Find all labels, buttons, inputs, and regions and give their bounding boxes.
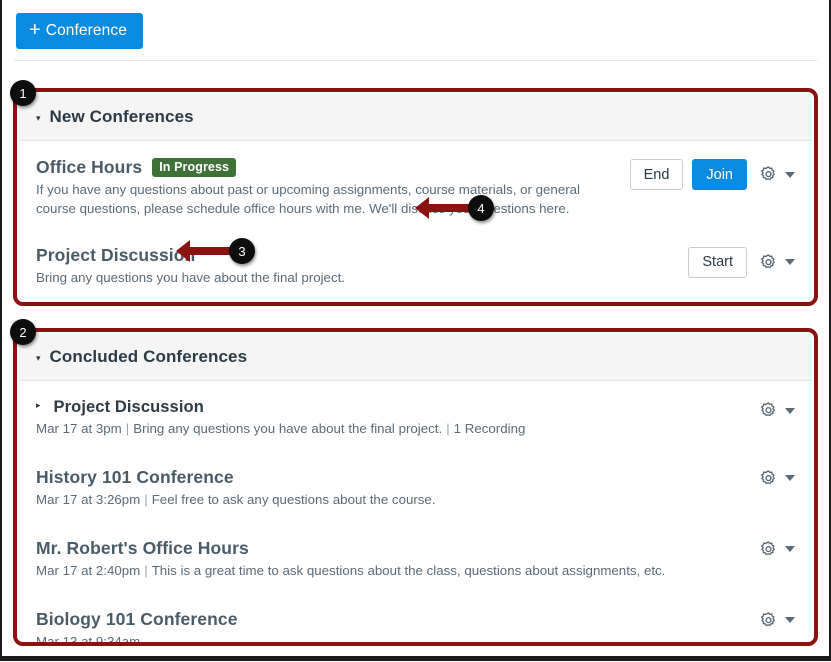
concluded-conference-row: ▸ Project Discussion Mar 17 at 3pm|Bring…: [19, 381, 812, 449]
gear-icon[interactable]: [759, 611, 778, 630]
gear-icon[interactable]: [759, 540, 778, 559]
conference-settings-menu[interactable]: [759, 611, 795, 630]
concluded-conferences-header[interactable]: ▾ Concluded Conferences: [19, 334, 812, 381]
annotation-callout-1: 1: [10, 80, 36, 106]
page-toolbar: + Conference: [0, 0, 831, 61]
conference-description: This is a great time to ask questions ab…: [152, 563, 666, 578]
meta-separator: |: [442, 421, 453, 436]
caret-down-icon[interactable]: [785, 546, 795, 552]
conference-info: Office Hours In Progress If you have any…: [36, 157, 630, 219]
conference-settings-menu[interactable]: [759, 540, 795, 559]
conference-title[interactable]: Office Hours: [36, 157, 142, 178]
conference-description: Bring any questions you have about the f…: [36, 269, 611, 288]
concluded-conferences-section: ▾ Concluded Conferences ▸ Project Discus…: [19, 334, 812, 640]
plus-icon: +: [29, 20, 41, 40]
chevron-down-icon[interactable]: ▾: [36, 354, 41, 363]
conference-title[interactable]: Biology 101 Conference: [36, 609, 238, 630]
conference-meta: Mar 17 at 3:26pm|Feel free to ask any qu…: [36, 491, 795, 510]
caret-down-icon[interactable]: [785, 259, 795, 265]
conference-settings-menu[interactable]: [759, 401, 795, 420]
meta-separator: |: [140, 563, 151, 578]
end-conference-button[interactable]: End: [630, 159, 684, 190]
new-conferences-title: New Conferences: [50, 107, 194, 127]
conference-settings-menu[interactable]: [759, 253, 795, 272]
conference-actions: Start: [688, 245, 795, 278]
annotation-callout-3: 3: [229, 238, 255, 264]
conference-recordings: 1 Recording: [454, 421, 526, 436]
conference-title-line: ▸ Project Discussion: [36, 398, 795, 417]
conference-title-line: Mr. Robert's Office Hours: [36, 538, 795, 559]
annotation-callout-4: 4: [468, 195, 494, 221]
conference-title-line: History 101 Conference: [36, 467, 795, 488]
status-badge: In Progress: [152, 158, 236, 177]
caret-down-icon[interactable]: [785, 617, 795, 623]
toolbar-divider: [14, 60, 817, 61]
start-conference-button[interactable]: Start: [688, 247, 747, 278]
conference-title[interactable]: Project Discussion: [54, 398, 204, 417]
concluded-conferences-title: Concluded Conferences: [50, 347, 248, 367]
conference-date: Mar 13 at 9:34am: [36, 634, 140, 649]
conference-title[interactable]: History 101 Conference: [36, 467, 234, 488]
gear-icon[interactable]: [759, 165, 778, 184]
conference-title[interactable]: Mr. Robert's Office Hours: [36, 538, 249, 559]
conference-description: If you have any questions about past or …: [36, 181, 611, 219]
conference-title-line: Project Discussion: [36, 245, 688, 266]
conference-title-line: Biology 101 Conference: [36, 609, 795, 630]
conference-date: Mar 17 at 3:26pm: [36, 492, 140, 507]
conference-actions: End Join: [630, 157, 795, 190]
conference-info: Biology 101 Conference Mar 13 at 9:34am: [36, 609, 795, 652]
conference-date: Mar 17 at 3pm: [36, 421, 122, 436]
gear-icon[interactable]: [759, 253, 778, 272]
chevron-down-icon[interactable]: ▾: [36, 114, 41, 123]
meta-separator: |: [122, 421, 133, 436]
conference-meta: Mar 17 at 3pm|Bring any questions you ha…: [36, 420, 795, 439]
meta-separator: |: [140, 492, 151, 507]
join-conference-button[interactable]: Join: [692, 159, 747, 190]
concluded-conference-row: History 101 Conference Mar 17 at 3:26pm|…: [19, 449, 812, 520]
conference-title-line: Office Hours In Progress: [36, 157, 630, 178]
conference-info: History 101 Conference Mar 17 at 3:26pm|…: [36, 467, 795, 510]
conference-description: Feel free to ask any questions about the…: [152, 492, 436, 507]
gear-icon[interactable]: [759, 469, 778, 488]
conference-settings-menu[interactable]: [759, 469, 795, 488]
conference-info: ▸ Project Discussion Mar 17 at 3pm|Bring…: [36, 398, 795, 439]
caret-down-icon[interactable]: [785, 408, 795, 414]
concluded-conference-row: Biology 101 Conference Mar 13 at 9:34am: [19, 591, 812, 662]
conference-info: Mr. Robert's Office Hours Mar 17 at 2:40…: [36, 538, 795, 581]
page-edge-left: [0, 0, 2, 661]
conference-info: Project Discussion Bring any questions y…: [36, 245, 688, 288]
conference-row: Project Discussion Bring any questions y…: [19, 233, 812, 302]
page-edge-bottom: [0, 656, 831, 661]
add-conference-button[interactable]: + Conference: [16, 13, 143, 49]
conference-settings-menu[interactable]: [759, 165, 795, 184]
new-conferences-header[interactable]: ▾ New Conferences: [19, 94, 812, 141]
gear-icon[interactable]: [759, 401, 778, 420]
conference-meta: Mar 17 at 2:40pm|This is a great time to…: [36, 562, 795, 581]
conference-title[interactable]: Project Discussion: [36, 245, 195, 266]
annotation-callout-2: 2: [10, 319, 36, 345]
caret-down-icon[interactable]: [785, 172, 795, 178]
concluded-conference-row: Mr. Robert's Office Hours Mar 17 at 2:40…: [19, 520, 812, 591]
conference-description: Bring any questions you have about the f…: [133, 421, 442, 436]
add-conference-label: Conference: [46, 22, 127, 40]
conference-meta: Mar 13 at 9:34am: [36, 633, 795, 652]
conference-date: Mar 17 at 2:40pm: [36, 563, 140, 578]
chevron-right-icon[interactable]: ▸: [36, 400, 41, 411]
caret-down-icon[interactable]: [785, 475, 795, 481]
